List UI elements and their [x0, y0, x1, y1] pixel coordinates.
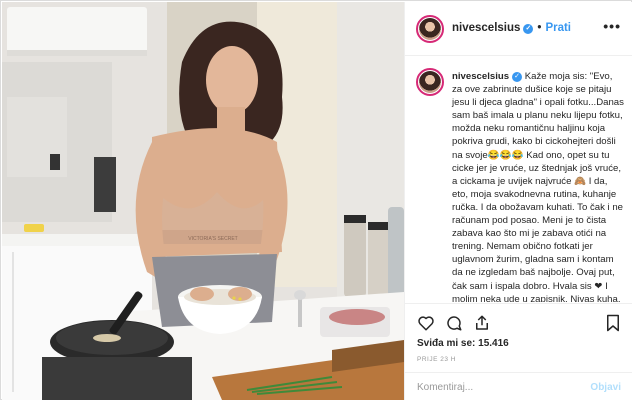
- post-header: nivescelsius ✓ • Prati •••: [405, 2, 632, 56]
- caption-username[interactable]: nivescelsius: [452, 71, 509, 82]
- heart-icon[interactable]: [417, 314, 435, 332]
- caption-verified-icon: ✓: [512, 72, 523, 82]
- caption-text: Kaže moja sis: "Evo, za ove zabrinute du…: [452, 71, 624, 302]
- username-link[interactable]: nivescelsius: [452, 22, 520, 34]
- comment-bar: Komentiraj... Objavi: [405, 372, 632, 403]
- header-user-line: nivescelsius ✓ • Prati: [452, 22, 571, 34]
- share-icon[interactable]: [473, 314, 491, 332]
- follow-button[interactable]: Prati: [545, 22, 571, 34]
- comment-input[interactable]: Komentiraj...: [417, 382, 473, 393]
- caption-area: nivescelsius ✓ Kaže moja sis: "Evo, za ov…: [405, 56, 632, 302]
- post-timestamp[interactable]: PRIJE 23 H: [417, 356, 456, 363]
- post-photo[interactable]: VICTORIA'S SECRET: [2, 2, 404, 400]
- apron-text: VICTORIA'S SECRET: [188, 236, 237, 242]
- separator-dot: •: [537, 22, 542, 34]
- more-icon[interactable]: •••: [603, 18, 621, 34]
- avatar[interactable]: [419, 18, 441, 40]
- save-icon[interactable]: [605, 314, 621, 332]
- verified-icon: ✓: [523, 24, 534, 34]
- caption-avatar[interactable]: [419, 71, 441, 93]
- comment-icon[interactable]: [445, 314, 463, 332]
- post-comment-button[interactable]: Objavi: [590, 382, 621, 393]
- post-dialog: VICTORIA'S SECRET nivescelsius ✓ • Prati…: [0, 0, 632, 400]
- post-actions: Sviđa mi se: 15.416 PRIJE 23 H Komentira…: [405, 303, 632, 402]
- caption: nivescelsius ✓ Kaže moja sis: "Evo, za ov…: [452, 70, 624, 302]
- kitchen-photo: VICTORIA'S SECRET: [2, 2, 404, 400]
- likes-count[interactable]: Sviđa mi se: 15.416: [417, 338, 509, 349]
- post-sidebar: nivescelsius ✓ • Prati ••• nivescelsius ✓ Ka…: [404, 2, 632, 400]
